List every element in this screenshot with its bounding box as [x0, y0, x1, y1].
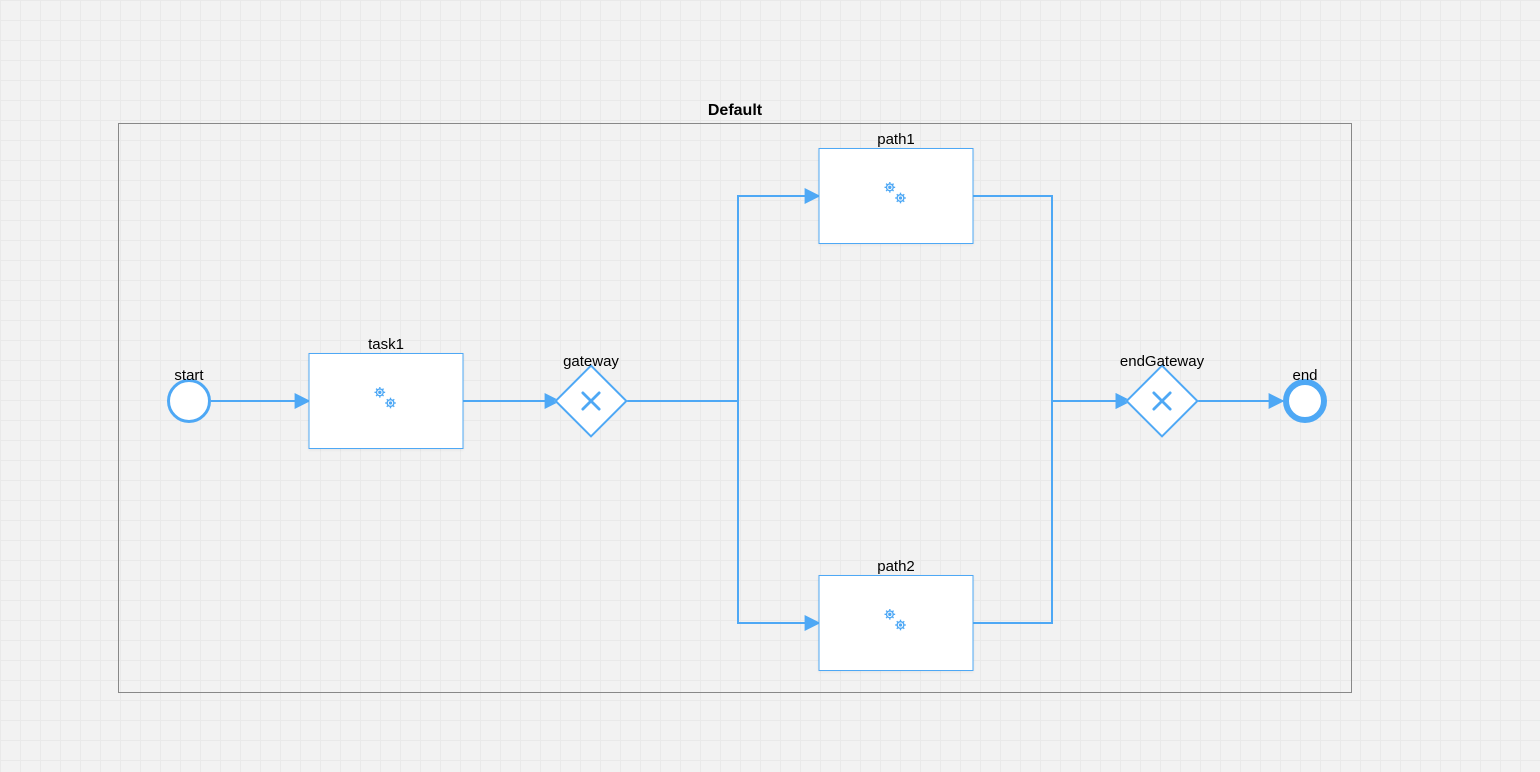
x-icon [567, 377, 615, 425]
service-task-path2[interactable] [819, 575, 974, 671]
task1-label: task1 [368, 336, 404, 353]
service-task-path1[interactable] [819, 148, 974, 244]
start-event-label: start [174, 367, 203, 384]
path2-label: path2 [877, 558, 915, 575]
x-icon [1138, 377, 1186, 425]
end-event[interactable] [1283, 379, 1327, 423]
gears-icon [880, 178, 912, 215]
diagram-canvas[interactable]: Default start task1 gateway path1 path2 … [0, 0, 1540, 772]
start-event[interactable] [167, 379, 211, 423]
gears-icon [880, 605, 912, 642]
pool-title: Default [119, 102, 1351, 120]
gateway-label: gateway [563, 353, 619, 370]
end-event-label: end [1292, 367, 1317, 384]
gears-icon [370, 383, 402, 420]
service-task-task1[interactable] [309, 353, 464, 449]
path1-label: path1 [877, 131, 915, 148]
end-gateway-label: endGateway [1120, 353, 1204, 370]
